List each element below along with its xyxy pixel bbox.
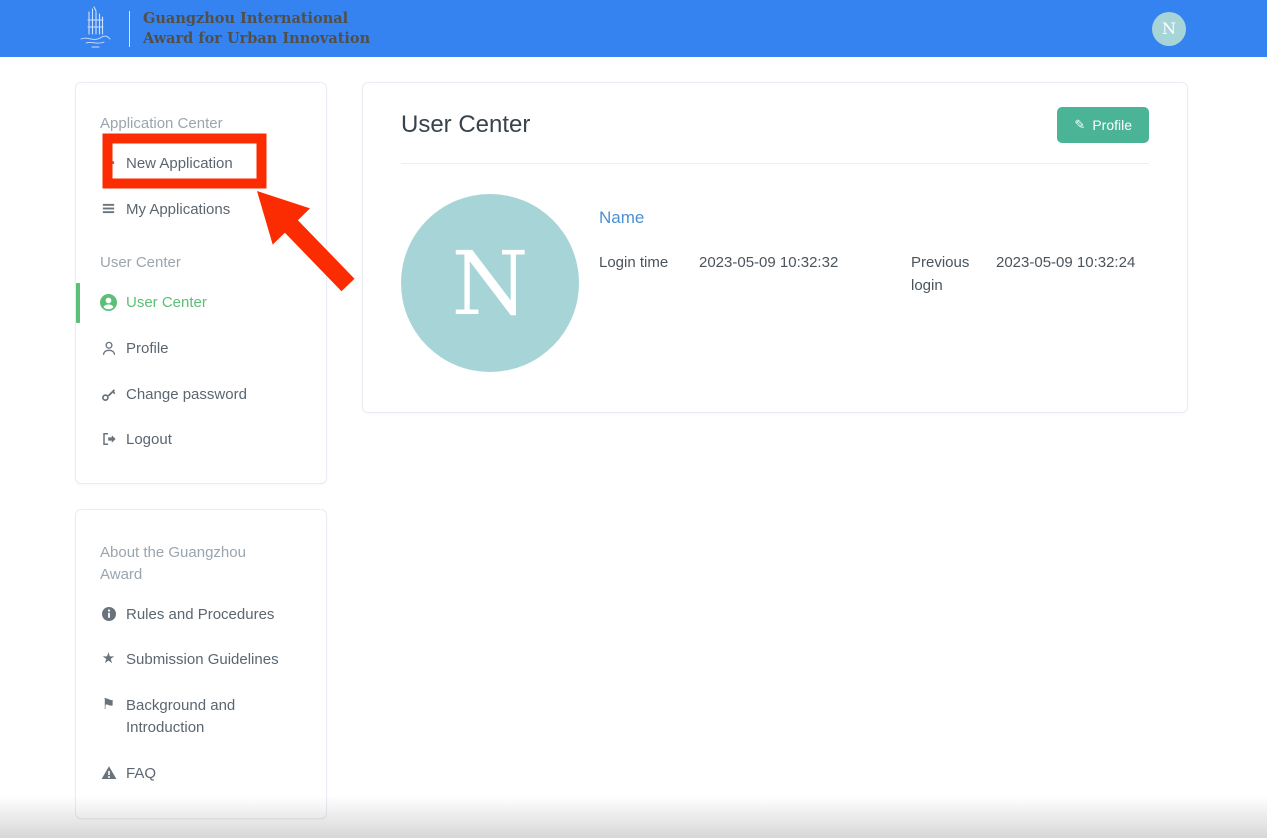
star-icon: ★	[100, 651, 117, 666]
sidebar-item-label: Rules and Procedures	[126, 604, 274, 626]
user-summary: N Name Login time 2023-05-09 10:32:32 Pr…	[363, 164, 1187, 372]
login-time-label: Login time	[599, 252, 699, 297]
guangzhou-award-logo-icon	[74, 6, 116, 52]
info-circle-icon	[100, 606, 117, 622]
pencil-icon: ✎	[1074, 118, 1085, 133]
main-card-header: User Center ✎ Profile	[363, 83, 1187, 143]
sidebar-item-label: Background and Introduction	[126, 695, 286, 739]
sidebar-item-label: Logout	[126, 429, 172, 451]
avatar-initial: N	[1162, 19, 1176, 38]
active-indicator-bar	[76, 283, 80, 323]
sidebar-heading-about: About the Guangzhou Award	[76, 522, 286, 592]
previous-login-value: 2023-05-09 10:32:24	[996, 252, 1149, 297]
sidebar-heading-user-center: User Center	[76, 232, 326, 280]
sidebar: Application Center New Application My Ap…	[75, 82, 327, 819]
list-icon	[100, 201, 117, 216]
main-panel: User Center ✎ Profile N Name Login time …	[362, 82, 1188, 413]
sidebar-item-label: My Applications	[126, 199, 230, 221]
sidebar-item-label: Profile	[126, 338, 169, 360]
sidebar-item-label: New Application	[126, 153, 233, 175]
brand-divider	[129, 11, 130, 47]
sidebar-item-my-applications[interactable]: My Applications	[76, 187, 326, 233]
sidebar-nav-card: Application Center New Application My Ap…	[75, 82, 327, 484]
sidebar-item-new-application[interactable]: New Application	[76, 141, 326, 187]
sidebar-about-card: About the Guangzhou Award Rules and Proc…	[75, 509, 327, 819]
brand-title-line2: Award for Urban Innovation	[143, 29, 370, 49]
sidebar-item-rules-and-procedures[interactable]: Rules and Procedures	[76, 592, 326, 638]
profile-button-label: Profile	[1092, 117, 1132, 133]
person-icon	[100, 340, 117, 356]
top-header-bar: Guangzhou International Award for Urban …	[0, 0, 1267, 57]
plus-icon	[100, 155, 117, 170]
page-title: User Center	[401, 111, 530, 139]
sidebar-item-logout[interactable]: Logout	[76, 417, 326, 463]
sidebar-item-background-and-introduction[interactable]: ⚑ Background and Introduction	[76, 683, 306, 751]
brand-title-line1: Guangzhou International	[143, 9, 370, 29]
sidebar-item-faq[interactable]: FAQ	[76, 751, 326, 797]
sidebar-item-label: Change password	[126, 384, 247, 406]
brand[interactable]: Guangzhou International Award for Urban …	[74, 6, 370, 52]
login-info-row: Login time 2023-05-09 10:32:32 Previous …	[599, 252, 1149, 297]
user-name: Name	[599, 208, 1149, 228]
sidebar-item-user-center[interactable]: User Center	[76, 280, 326, 326]
avatar-initial: N	[452, 232, 529, 335]
sidebar-item-profile[interactable]: Profile	[76, 326, 326, 372]
login-time-value: 2023-05-09 10:32:32	[699, 252, 911, 297]
logout-icon	[100, 431, 117, 447]
profile-button[interactable]: ✎ Profile	[1057, 107, 1149, 143]
sidebar-item-change-password[interactable]: Change password	[76, 372, 326, 418]
flag-icon: ⚑	[100, 697, 117, 712]
sidebar-item-label: User Center	[126, 292, 207, 314]
warning-triangle-icon	[100, 765, 117, 781]
sidebar-item-submission-guidelines[interactable]: ★ Submission Guidelines	[76, 637, 326, 683]
user-center-card: User Center ✎ Profile N Name Login time …	[362, 82, 1188, 413]
sidebar-heading-application-center: Application Center	[76, 93, 326, 141]
user-info: Name Login time 2023-05-09 10:32:32 Prev…	[599, 194, 1149, 372]
person-circle-icon	[100, 294, 117, 311]
key-icon	[100, 386, 117, 402]
previous-login-label: Previous login	[911, 252, 996, 297]
user-avatar-menu[interactable]: N	[1152, 12, 1186, 46]
sidebar-item-label: Submission Guidelines	[126, 649, 279, 671]
brand-title: Guangzhou International Award for Urban …	[143, 9, 370, 48]
sidebar-item-label: FAQ	[126, 763, 156, 785]
user-avatar-large: N	[401, 194, 579, 372]
